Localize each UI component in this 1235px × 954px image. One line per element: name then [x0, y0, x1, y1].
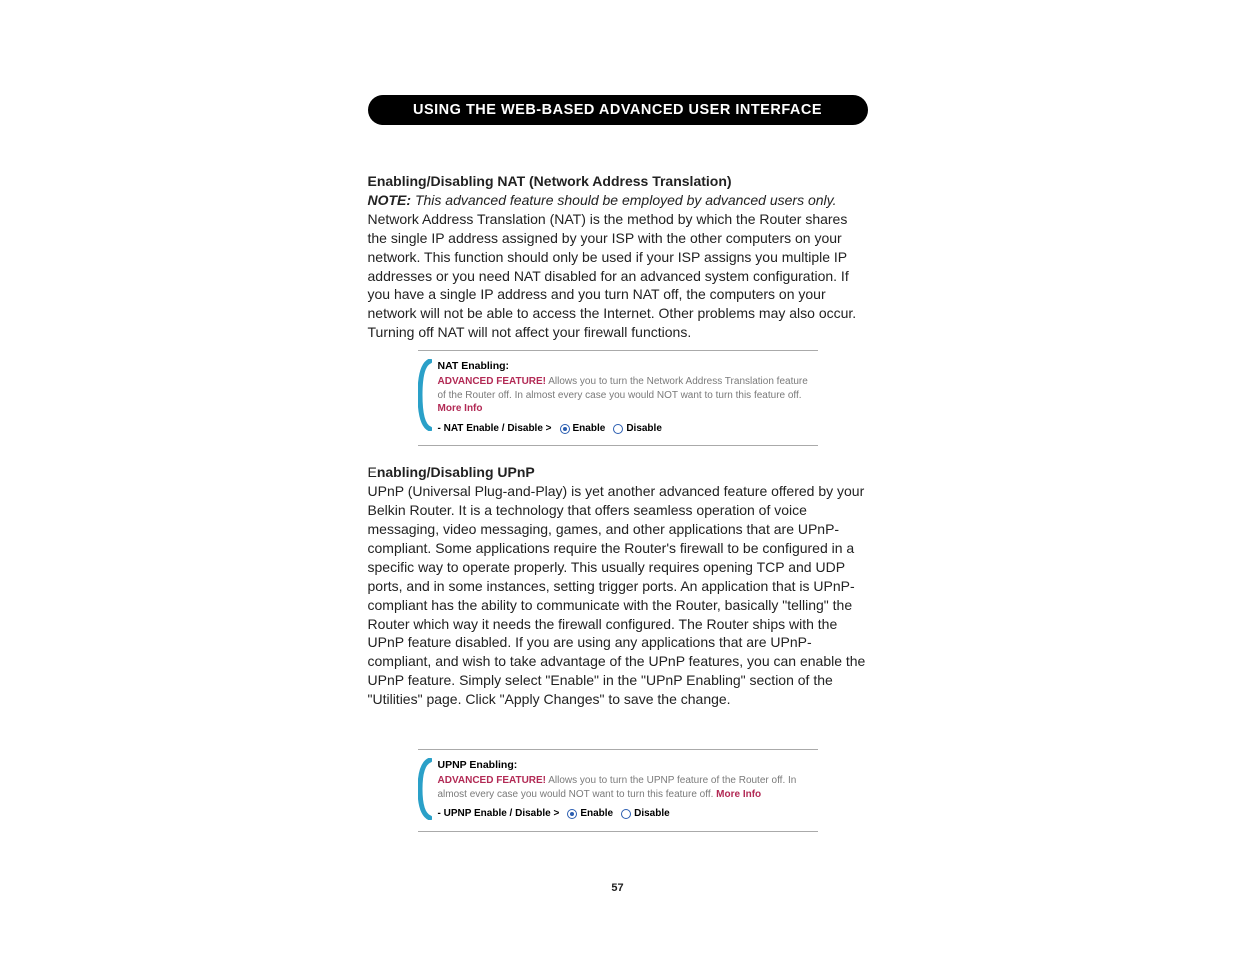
nat-heading: Enabling/Disabling NAT (Network Address …	[368, 173, 868, 189]
nat-panel-desc: ADVANCED FEATURE! Allows you to turn the…	[438, 375, 818, 416]
nat-body-text: Network Address Translation (NAT) is the…	[368, 211, 857, 340]
more-info-link[interactable]: More Info	[716, 789, 761, 800]
nat-panel-title: NAT Enabling:	[438, 359, 818, 373]
radio-selected-icon	[567, 809, 577, 819]
nat-panel: NAT Enabling: ADVANCED FEATURE! Allows y…	[418, 350, 818, 446]
radio-selected-icon	[560, 424, 570, 434]
upnp-control-row: - UPNP Enable / Disable > Enable Disable	[438, 807, 818, 821]
nat-enable-radio[interactable]: Enable	[560, 422, 606, 436]
page-number: 57	[368, 882, 868, 894]
upnp-heading-rest: nabling/Disabling UPnP	[377, 464, 535, 480]
upnp-enable-label: Enable	[580, 807, 613, 821]
nat-disable-label: Disable	[626, 422, 662, 436]
upnp-control-label: - UPNP Enable / Disable >	[438, 807, 560, 821]
nat-disable-radio[interactable]: Disable	[613, 422, 662, 436]
upnp-panel: UPNP Enabling: ADVANCED FEATURE! Allows …	[418, 749, 818, 832]
upnp-body: UPnP (Universal Plug-and-Play) is yet an…	[368, 482, 868, 709]
upnp-heading-prefix: E	[368, 464, 377, 480]
radio-unselected-icon	[613, 424, 623, 434]
radio-unselected-icon	[621, 809, 631, 819]
nat-body: NOTE: This advanced feature should be em…	[368, 191, 868, 342]
panel-tab-icon	[418, 359, 432, 435]
upnp-panel-title: UPNP Enabling:	[438, 758, 818, 772]
page-banner: USING THE WEB-BASED ADVANCED USER INTERF…	[368, 95, 868, 125]
panel-tab-icon	[418, 758, 432, 821]
note-italic: This advanced feature should be employed…	[411, 192, 836, 208]
advanced-feature-label: ADVANCED FEATURE!	[438, 775, 547, 786]
page-content: USING THE WEB-BASED ADVANCED USER INTERF…	[368, 95, 868, 894]
nat-enable-label: Enable	[573, 422, 606, 436]
upnp-disable-label: Disable	[634, 807, 670, 821]
upnp-panel-desc: ADVANCED FEATURE! Allows you to turn the…	[438, 774, 818, 801]
advanced-feature-label: ADVANCED FEATURE!	[438, 376, 547, 387]
more-info-link[interactable]: More Info	[438, 403, 483, 414]
upnp-disable-radio[interactable]: Disable	[621, 807, 670, 821]
upnp-enable-radio[interactable]: Enable	[567, 807, 613, 821]
upnp-heading: Enabling/Disabling UPnP	[368, 464, 868, 480]
nat-control-row: - NAT Enable / Disable > Enable Disable	[438, 422, 818, 436]
note-label: NOTE:	[368, 192, 412, 208]
nat-control-label: - NAT Enable / Disable >	[438, 422, 552, 436]
